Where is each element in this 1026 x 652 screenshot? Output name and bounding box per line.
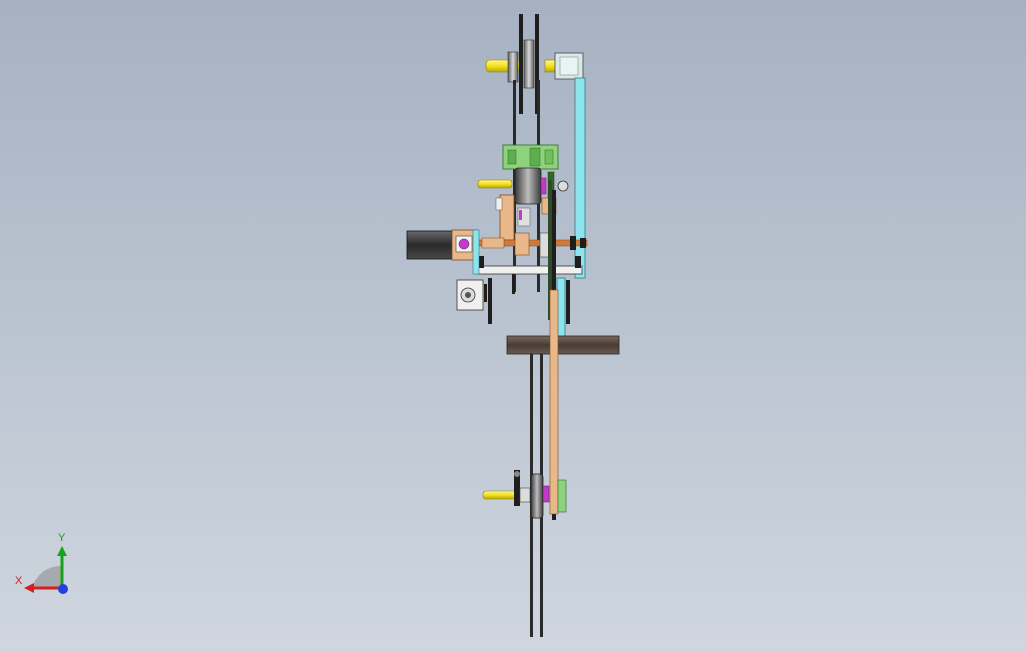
x-axis-label: X: [15, 575, 23, 587]
y-axis-label: Y: [58, 532, 66, 544]
cad-3d-viewport[interactable]: X Y: [0, 0, 1026, 652]
axis-triad: [24, 546, 68, 594]
z-axis-dot: [58, 584, 68, 594]
